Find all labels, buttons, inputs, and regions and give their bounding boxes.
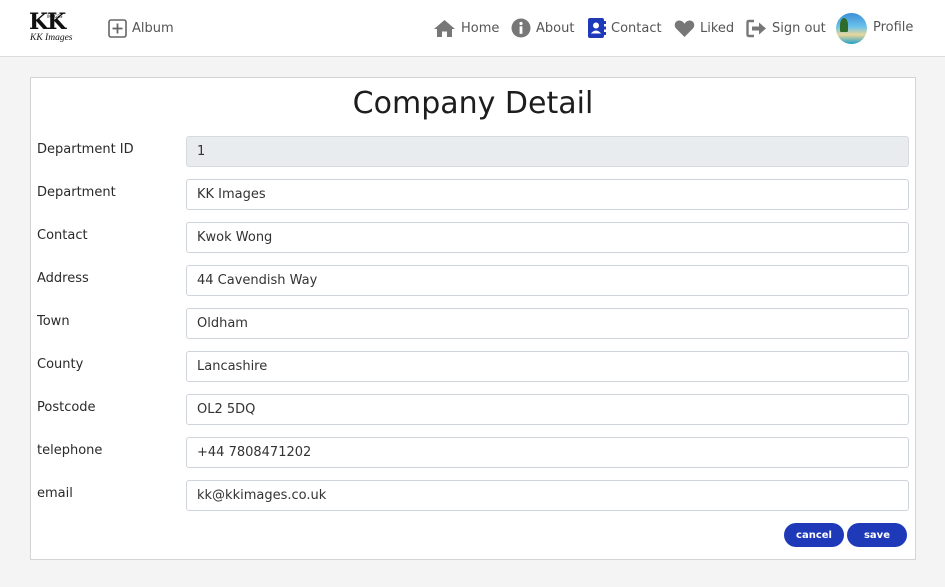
field-row-address: Address 44 Cavendish Way [31, 265, 915, 297]
navbar: KK IMAGES KK Images Album Home About Con… [0, 0, 945, 57]
avatar [836, 13, 867, 44]
logo-mark: KK [29, 9, 66, 35]
field-row-telephone: telephone +44 7808471202 [31, 437, 915, 469]
nav-album[interactable]: Album [108, 17, 174, 39]
field-row-county: County Lancashire [31, 351, 915, 383]
field-row-town: Town Oldham [31, 308, 915, 340]
nav-signout-label: Sign out [772, 20, 826, 36]
department-label: Department [37, 185, 116, 200]
nav-contact[interactable]: Contact [587, 17, 662, 39]
field-row-department-id: Department ID 1 [31, 136, 915, 168]
home-icon [434, 19, 455, 37]
contact-label: Contact [37, 228, 88, 243]
nav-about[interactable]: About [511, 17, 574, 39]
county-field[interactable]: Lancashire [186, 351, 909, 382]
sign-out-icon [746, 19, 766, 37]
logo-small-text: IMAGES [47, 14, 63, 19]
logo-subtitle: KK Images [30, 33, 73, 43]
nav-liked-label: Liked [700, 20, 735, 36]
nav-liked[interactable]: Liked [674, 17, 734, 39]
add-square-icon [108, 18, 127, 38]
email-label: email [37, 486, 73, 501]
department-field[interactable]: KK Images [186, 179, 909, 210]
address-field[interactable]: 44 Cavendish Way [186, 265, 909, 296]
nav-about-label: About [536, 20, 575, 36]
brand-logo[interactable]: KK IMAGES KK Images [29, 9, 87, 45]
nav-signout[interactable]: Sign out [746, 17, 826, 39]
telephone-label: telephone [37, 443, 103, 458]
county-label: County [37, 357, 84, 372]
contact-book-icon [588, 18, 606, 38]
cancel-button[interactable]: cancel [784, 523, 844, 547]
town-field[interactable]: Oldham [186, 308, 909, 339]
nav-contact-label: Contact [611, 20, 662, 36]
department-id-label: Department ID [37, 142, 134, 157]
telephone-field[interactable]: +44 7808471202 [186, 437, 909, 468]
heart-icon [674, 20, 695, 37]
town-label: Town [37, 314, 70, 329]
postcode-label: Postcode [37, 400, 96, 415]
page-title: Company Detail [352, 86, 594, 121]
nav-album-label: Album [132, 20, 174, 36]
nav-home-label: Home [461, 20, 500, 36]
field-row-email: email kk@kkimages.co.uk [31, 480, 915, 512]
field-row-postcode: Postcode OL2 5DQ [31, 394, 915, 426]
field-row-contact: Contact Kwok Wong [31, 222, 915, 254]
address-label: Address [37, 271, 89, 286]
postcode-field[interactable]: OL2 5DQ [186, 394, 909, 425]
company-detail-card: Company Detail Department ID 1 Departmen… [30, 77, 916, 560]
nav-profile-label: Profile [873, 19, 914, 35]
email-field[interactable]: kk@kkimages.co.uk [186, 480, 909, 511]
nav-home[interactable]: Home [433, 17, 499, 39]
department-id-field: 1 [186, 136, 909, 167]
info-icon [511, 18, 531, 38]
field-row-department: Department KK Images [31, 179, 915, 211]
contact-field[interactable]: Kwok Wong [186, 222, 909, 253]
nav-profile[interactable]: Profile [836, 13, 913, 44]
save-button[interactable]: save [847, 523, 907, 547]
